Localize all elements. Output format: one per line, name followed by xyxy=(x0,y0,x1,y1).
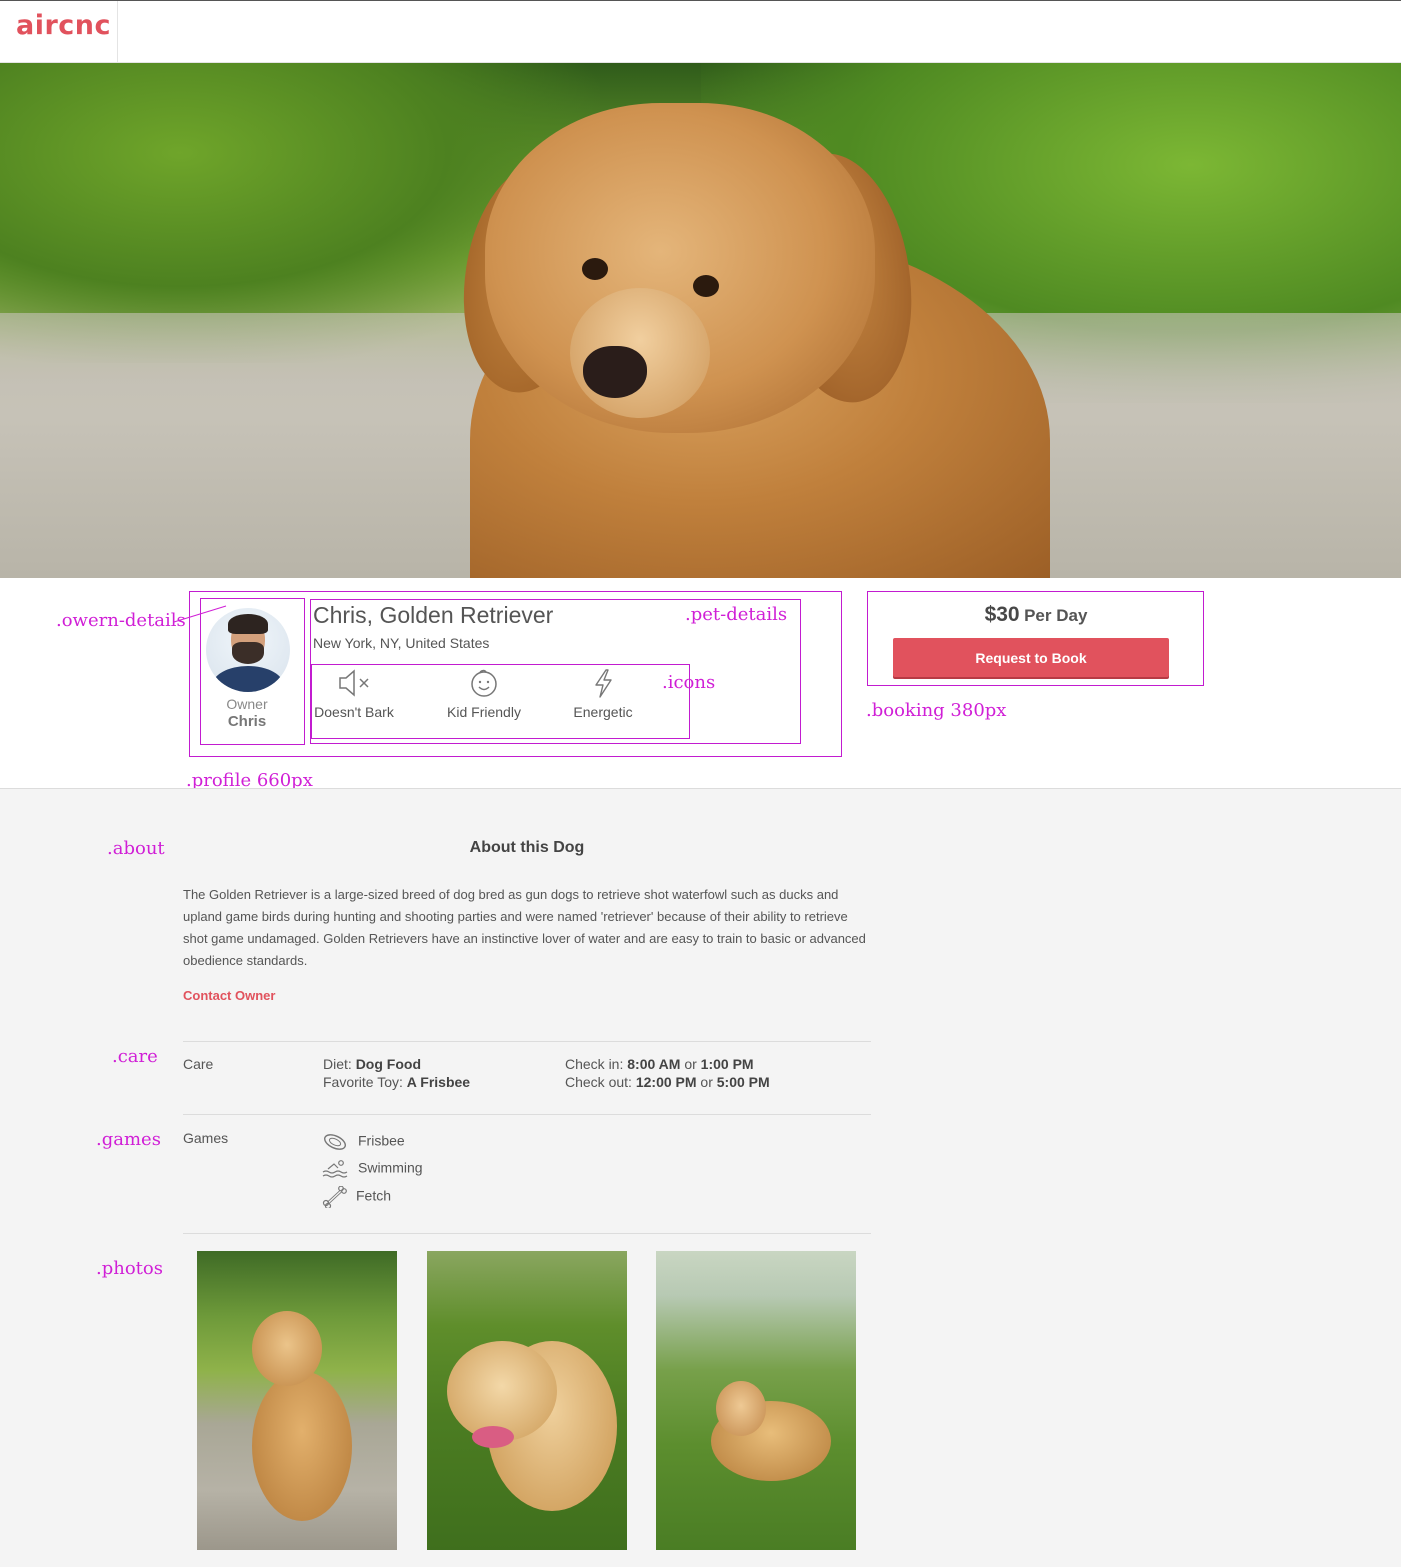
dog-photo-panting[interactable] xyxy=(427,1251,627,1550)
hero-image xyxy=(0,63,1401,578)
annotation-booking: .booking 380px xyxy=(866,700,1007,721)
care-favorite-toy: Favorite Toy: A Frisbee xyxy=(323,1074,471,1090)
mute-speaker-icon xyxy=(339,669,369,697)
trait-label: Energetic xyxy=(573,704,633,720)
annotation-games: .games xyxy=(96,1129,161,1150)
care-diet: Diet: Dog Food xyxy=(323,1056,421,1072)
trait-energetic: Energetic xyxy=(568,668,638,720)
price-amount: $30 xyxy=(984,603,1020,626)
annotation-photos: .photos xyxy=(96,1258,163,1279)
price: $30 Per Day xyxy=(868,603,1204,627)
top-navbar: aircnc xyxy=(0,0,1401,63)
trait-kid-friendly: Kid Friendly xyxy=(440,668,528,720)
frisbee-icon xyxy=(324,1134,346,1150)
logo[interactable]: aircnc xyxy=(16,10,111,41)
pet-title: Chris, Golden Retriever xyxy=(313,602,554,628)
trait-label: Kid Friendly xyxy=(447,704,521,720)
price-unit: Per Day xyxy=(1024,606,1088,625)
dog-photo-sitting[interactable] xyxy=(197,1251,397,1550)
trait-doesnt-bark: Doesn't Bark xyxy=(312,668,396,720)
game-swimming: Swimming xyxy=(322,1159,423,1179)
care-check-out: Check out: 12:00 PM or 5:00 PM xyxy=(565,1074,770,1090)
game-fetch: Fetch xyxy=(322,1185,391,1210)
avatar[interactable] xyxy=(206,608,290,692)
games-label: Games xyxy=(183,1130,229,1146)
bone-icon xyxy=(322,1185,347,1210)
owner-name[interactable]: Chris xyxy=(200,713,294,730)
annotation-about: .about xyxy=(107,838,165,859)
care-check-in: Check in: 8:00 AM or 1:00 PM xyxy=(565,1056,754,1072)
contact-owner-link[interactable]: Contact Owner xyxy=(183,988,275,1003)
owner-label: Owner xyxy=(226,696,268,712)
divider xyxy=(183,1233,871,1234)
pet-location: New York, NY, United States xyxy=(313,635,490,651)
request-to-book-button[interactable]: Request to Book xyxy=(893,638,1169,677)
annotation-care: .care xyxy=(112,1046,158,1067)
divider xyxy=(183,1041,871,1042)
annotation-icons: .icons xyxy=(662,672,716,693)
lightning-bolt-icon xyxy=(595,669,612,698)
swimming-icon xyxy=(322,1160,348,1178)
about-title: About this Dog xyxy=(469,839,585,856)
care-label: Care xyxy=(183,1056,214,1072)
divider xyxy=(183,1114,871,1115)
game-frisbee: Frisbee xyxy=(322,1132,405,1152)
trait-label: Doesn't Bark xyxy=(314,704,394,720)
logo-cell[interactable]: aircnc xyxy=(0,1,118,63)
about-text: The Golden Retriever is a large-sized br… xyxy=(183,887,866,968)
annotation-pet-details: .pet-details xyxy=(685,604,788,625)
baby-face-icon xyxy=(471,669,497,697)
annotation-owner-details: .owern-details xyxy=(56,610,186,631)
dog-photo-lying[interactable] xyxy=(656,1251,856,1550)
